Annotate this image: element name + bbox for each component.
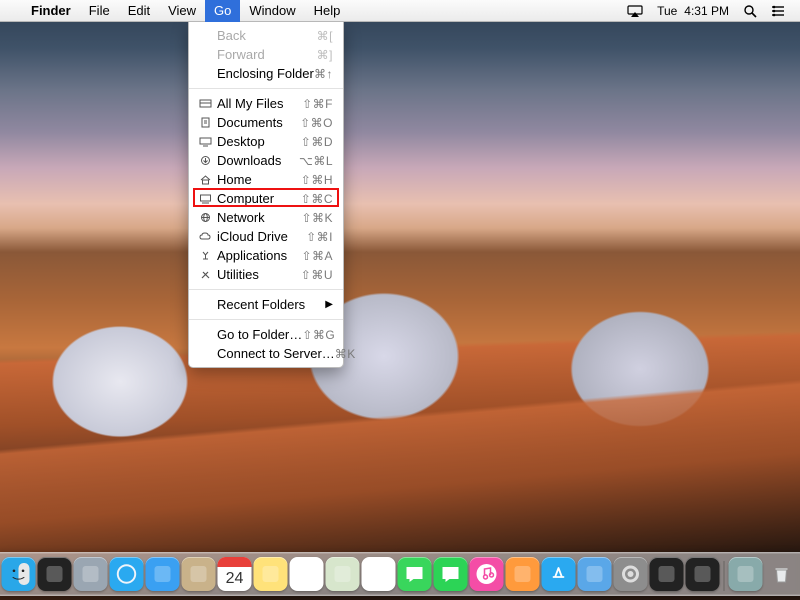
menu-item-home[interactable]: Home ⇧⌘H <box>189 170 343 189</box>
submenu-arrow-icon: ▶ <box>325 299 333 310</box>
dock-item-notes[interactable] <box>254 557 288 591</box>
dock-item-terminal[interactable] <box>686 557 720 591</box>
dock-item-system-preferences[interactable] <box>614 557 648 591</box>
dock-item-appstore[interactable] <box>542 557 576 591</box>
icloud-icon <box>197 230 213 244</box>
menu-item-network[interactable]: Network ⇧⌘K <box>189 208 343 227</box>
dock-item-contacts[interactable] <box>182 557 216 591</box>
dock-item-maps[interactable] <box>326 557 360 591</box>
downloads-icon <box>197 154 213 168</box>
menu-item-forward: Forward ⌘] <box>189 45 343 64</box>
spotlight-icon[interactable] <box>736 0 764 22</box>
menu-file[interactable]: File <box>80 0 119 22</box>
menu-separator <box>189 319 343 320</box>
menu-item-connect-to-server[interactable]: Connect to Server… ⌘K <box>189 344 343 363</box>
dock-item-trash[interactable] <box>765 557 799 591</box>
home-icon <box>197 173 213 187</box>
dock-separator <box>724 561 725 591</box>
network-icon <box>197 211 213 225</box>
menu-item-downloads[interactable]: Downloads ⌥⌘L <box>189 151 343 170</box>
desktop-wallpaper <box>0 180 800 600</box>
menu-item-desktop[interactable]: Desktop ⇧⌘D <box>189 132 343 151</box>
menu-window[interactable]: Window <box>240 0 304 22</box>
applications-icon <box>197 249 213 263</box>
dock-item-calendar[interactable]: 24 <box>218 557 252 591</box>
dock-item-safari[interactable] <box>110 557 144 591</box>
documents-icon <box>197 116 213 130</box>
dock-item-messages[interactable] <box>398 557 432 591</box>
dock-item-preview[interactable] <box>578 557 612 591</box>
dock: 24 <box>0 552 800 596</box>
dock-item-itunes[interactable] <box>470 557 504 591</box>
dock-item-launchpad[interactable] <box>74 557 108 591</box>
menu-item-all-my-files[interactable]: All My Files ⇧⌘F <box>189 94 343 113</box>
menubar-time[interactable]: 4:31 PM <box>684 0 736 22</box>
dock-item-facetime[interactable] <box>434 557 468 591</box>
menu-item-utilities[interactable]: Utilities ⇧⌘U <box>189 265 343 284</box>
menu-item-recent-folders[interactable]: Recent Folders ▶ <box>189 295 343 314</box>
apple-menu[interactable] <box>8 0 22 22</box>
airplay-icon[interactable] <box>620 0 650 22</box>
app-menu[interactable]: Finder <box>22 0 80 22</box>
computer-icon <box>197 192 213 206</box>
dock-item-activity[interactable] <box>650 557 684 591</box>
dock-item-finder[interactable] <box>2 557 36 591</box>
notification-center-icon[interactable] <box>764 0 792 22</box>
menu-item-enclosing-folder[interactable]: Enclosing Folder ⌘↑ <box>189 64 343 83</box>
menu-item-go-to-folder[interactable]: Go to Folder… ⇧⌘G <box>189 325 343 344</box>
menu-go[interactable]: Go <box>205 0 240 22</box>
menu-item-applications[interactable]: Applications ⇧⌘A <box>189 246 343 265</box>
go-menu-dropdown: Back ⌘[ Forward ⌘] Enclosing Folder ⌘↑ A… <box>188 22 344 368</box>
menubar: Finder File Edit View Go Window Help Tue… <box>0 0 800 22</box>
all-my-files-icon <box>197 97 213 111</box>
menu-separator <box>189 289 343 290</box>
menu-item-computer[interactable]: Computer ⇧⌘C <box>189 189 343 208</box>
desktop-icon <box>197 135 213 149</box>
dock-item-reminders[interactable] <box>290 557 324 591</box>
dock-item-siri[interactable] <box>38 557 72 591</box>
dock-item-photos[interactable] <box>362 557 396 591</box>
dock-item-ibooks[interactable] <box>506 557 540 591</box>
menu-item-documents[interactable]: Documents ⇧⌘O <box>189 113 343 132</box>
dock-item-mail[interactable] <box>146 557 180 591</box>
menu-edit[interactable]: Edit <box>119 0 159 22</box>
menubar-day[interactable]: Tue <box>650 0 684 22</box>
menu-help[interactable]: Help <box>305 0 350 22</box>
utilities-icon <box>197 268 213 282</box>
dock-item-downloads-stack[interactable] <box>729 557 763 591</box>
menu-view[interactable]: View <box>159 0 205 22</box>
menu-item-icloud-drive[interactable]: iCloud Drive ⇧⌘I <box>189 227 343 246</box>
menu-item-back: Back ⌘[ <box>189 26 343 45</box>
menu-separator <box>189 88 343 89</box>
